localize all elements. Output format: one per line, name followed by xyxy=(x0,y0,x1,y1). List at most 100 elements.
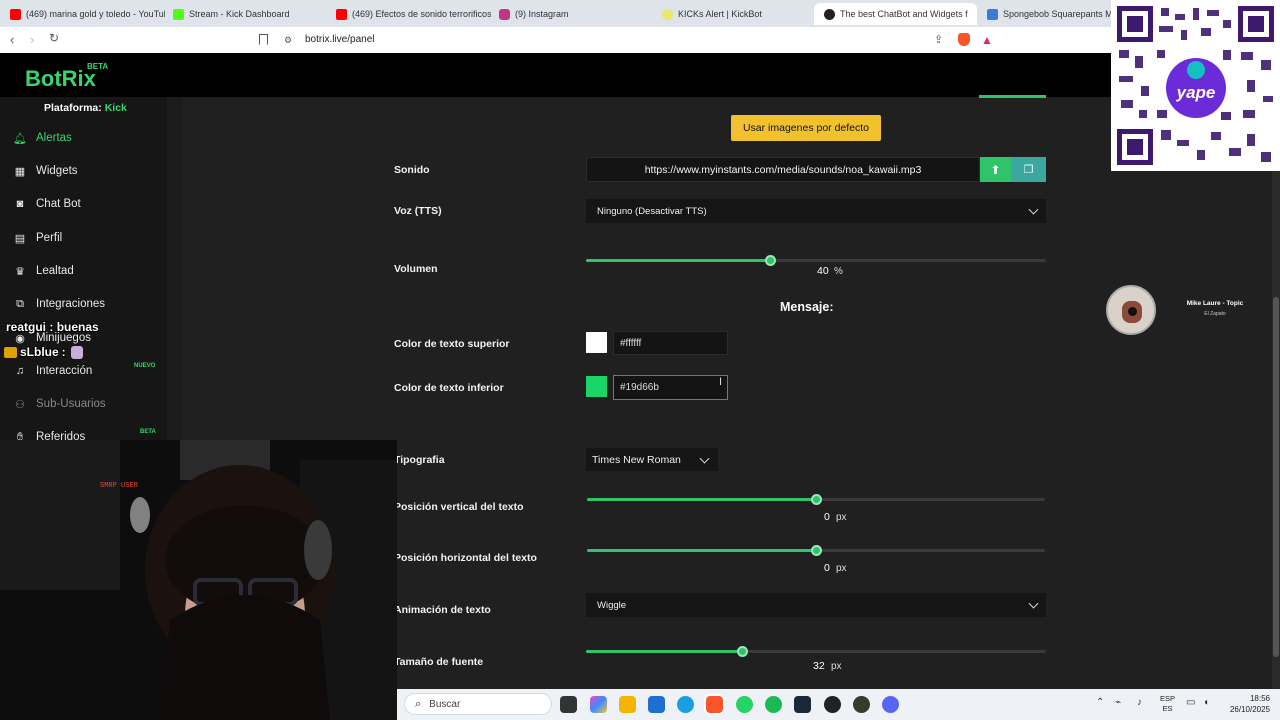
store-icon[interactable] xyxy=(648,696,665,713)
reload-icon[interactable]: ↻ xyxy=(49,31,59,45)
platform-indicator: Plataforma: Kick xyxy=(44,102,127,114)
top-color-swatch[interactable] xyxy=(586,332,607,353)
volume-unit: % xyxy=(834,266,843,277)
sidebar-item-lealtad[interactable]: ♛ Lealtad xyxy=(0,256,167,286)
scrollbar-thumb[interactable] xyxy=(1273,297,1279,657)
tab-label: (469) Efectos de sonido terrorificos - xyxy=(352,9,491,19)
bottom-color-swatch[interactable] xyxy=(586,376,607,397)
volume-icon[interactable]: ◖ xyxy=(1203,697,1209,708)
address-bar[interactable]: botrix.live/panel xyxy=(305,34,374,45)
forward-icon[interactable]: › xyxy=(30,32,34,47)
share-icon[interactable]: ⇪ xyxy=(934,33,943,46)
sidebar-item-label: Integraciones xyxy=(36,298,106,310)
platform-value: Kick xyxy=(104,102,127,114)
browser-tab[interactable]: (9) Instagram xyxy=(489,3,654,25)
sidebar-item-perfil[interactable]: ▤ Perfil xyxy=(0,223,167,253)
browser-tab[interactable]: Spongebob Squarepants Mons xyxy=(977,3,1117,25)
sidebar-item-interaccion[interactable]: ♫ Interacción NUEVO xyxy=(0,356,167,386)
media-subtitle: El Zapato xyxy=(1204,311,1226,317)
sidebar-item-chat-bot[interactable]: ◙ Chat Bot xyxy=(0,189,167,219)
file-explorer-icon[interactable] xyxy=(619,696,636,713)
slider-handle[interactable] xyxy=(811,494,822,505)
slider-handle[interactable] xyxy=(765,255,776,266)
search-icon: ⌕ xyxy=(415,697,422,710)
browser-tab[interactable]: Stream - Kick Dashboard xyxy=(163,3,328,25)
font-select[interactable]: Times New Roman xyxy=(586,448,718,471)
bottom-text-color-input[interactable]: #19d66b xyxy=(613,375,728,400)
sidebar-item-sub-usuarios[interactable]: ⚇ Sub-Usuarios xyxy=(0,389,167,419)
sidebar-item-widgets[interactable]: ▦ Widgets xyxy=(0,156,167,186)
app-icon[interactable] xyxy=(853,696,870,713)
youtube-icon xyxy=(10,8,21,20)
task-view-icon[interactable] xyxy=(560,696,577,713)
botrix-logo[interactable]: BotRix xyxy=(25,66,96,92)
text-cursor-icon: I xyxy=(719,376,723,388)
vertical-position-label: Posición vertical del texto xyxy=(394,501,524,513)
sound-library-button[interactable]: ❐ xyxy=(1011,157,1046,182)
users-icon: ⚇ xyxy=(15,398,25,411)
text-animation-select[interactable]: Wiggle xyxy=(586,593,1046,617)
sidebar-item-integraciones[interactable]: ⧉ Integraciones xyxy=(0,289,167,319)
volume-slider[interactable] xyxy=(586,255,1046,266)
font-size-slider[interactable] xyxy=(586,646,1046,657)
vertical-position-value: 0 xyxy=(824,511,830,523)
top-text-color-input[interactable]: #ffffff xyxy=(613,331,728,355)
sidebar-item-label: Widgets xyxy=(36,165,78,177)
beta-badge: BETA xyxy=(87,62,109,71)
webcam-image xyxy=(0,440,397,720)
taskbar-search[interactable]: ⌕ Buscar xyxy=(404,693,552,715)
spotify-icon[interactable] xyxy=(765,696,782,713)
tab-label: The best ChatBot and Widgets f xyxy=(840,9,968,19)
clock-date: 26/10/2025 xyxy=(1229,705,1270,714)
display-icon[interactable]: ▭ xyxy=(1186,697,1195,708)
vertical-position-slider[interactable] xyxy=(587,494,1045,505)
page-scrollbar[interactable] xyxy=(1272,97,1280,689)
horizontal-position-slider[interactable] xyxy=(587,545,1045,556)
font-size-value: 32 xyxy=(813,660,825,672)
edge-icon[interactable] xyxy=(677,696,694,713)
brave-icon[interactable] xyxy=(704,694,725,715)
copilot-icon[interactable] xyxy=(590,696,607,713)
sidebar-item-label: Chat Bot xyxy=(36,198,81,210)
chevron-down-icon xyxy=(1028,598,1039,609)
use-default-images-button[interactable]: Usar imagenes por defecto xyxy=(731,115,881,141)
slider-handle[interactable] xyxy=(811,545,822,556)
upload-sound-button[interactable]: ⬆ xyxy=(980,157,1011,182)
page-icon xyxy=(987,8,998,20)
language-code: ESP xyxy=(1160,694,1176,703)
browser-tab-active[interactable]: The best ChatBot and Widgets f✕ xyxy=(814,3,977,25)
new-badge: NUEVO xyxy=(134,363,156,369)
platform-label: Plataforma: xyxy=(44,102,102,114)
robot-icon: ◙ xyxy=(16,198,24,210)
discord-icon[interactable] xyxy=(882,696,899,713)
brave-rewards-icon[interactable]: ▲ xyxy=(981,33,993,47)
system-clock[interactable]: 18:56 26/10/2025 xyxy=(1224,693,1270,715)
microphone-icon[interactable]: ♪ xyxy=(1137,697,1142,708)
voice-select[interactable]: Ninguno (Desactivar TTS) xyxy=(586,199,1046,223)
browser-tab[interactable]: KICKs Alert | KickBot xyxy=(652,3,817,25)
upload-button-edge xyxy=(979,95,1046,98)
network-icon[interactable]: ⌁ xyxy=(1115,697,1121,708)
browser-toolbar xyxy=(0,27,1280,53)
sound-url-input[interactable]: https://www.myinstants.com/media/sounds/… xyxy=(586,157,980,182)
browser-tab[interactable]: (469) marina gold y toledo - YouTube xyxy=(0,3,165,25)
sidebar-item-alertas[interactable]: 🔔︎ Alertas xyxy=(0,123,167,153)
font-size-label: Tamaño de fuente xyxy=(394,656,484,668)
site-info-icon[interactable]: ⚙ xyxy=(284,35,292,46)
steam-icon[interactable] xyxy=(794,696,811,713)
brave-shield-icon[interactable] xyxy=(958,33,970,46)
obs-icon[interactable] xyxy=(824,696,841,713)
slider-fill xyxy=(587,498,816,501)
text-animation-label: Animación de texto xyxy=(394,604,491,616)
chat-message: reatgui : buenas xyxy=(6,320,99,334)
id-card-icon: ▤ xyxy=(14,232,26,245)
bookmark-icon[interactable] xyxy=(259,34,268,45)
kick-icon xyxy=(173,8,184,20)
volume-value: 40 xyxy=(817,265,829,277)
font-size-unit: px xyxy=(831,661,842,672)
language-indicator[interactable]: ESP ES xyxy=(1160,694,1175,714)
whatsapp-icon[interactable] xyxy=(736,696,753,713)
back-icon[interactable]: ‹ xyxy=(10,32,14,47)
browser-tab[interactable]: (469) Efectos de sonido terrorificos - xyxy=(326,3,491,25)
chevron-up-icon[interactable]: ⌃ xyxy=(1096,697,1104,708)
